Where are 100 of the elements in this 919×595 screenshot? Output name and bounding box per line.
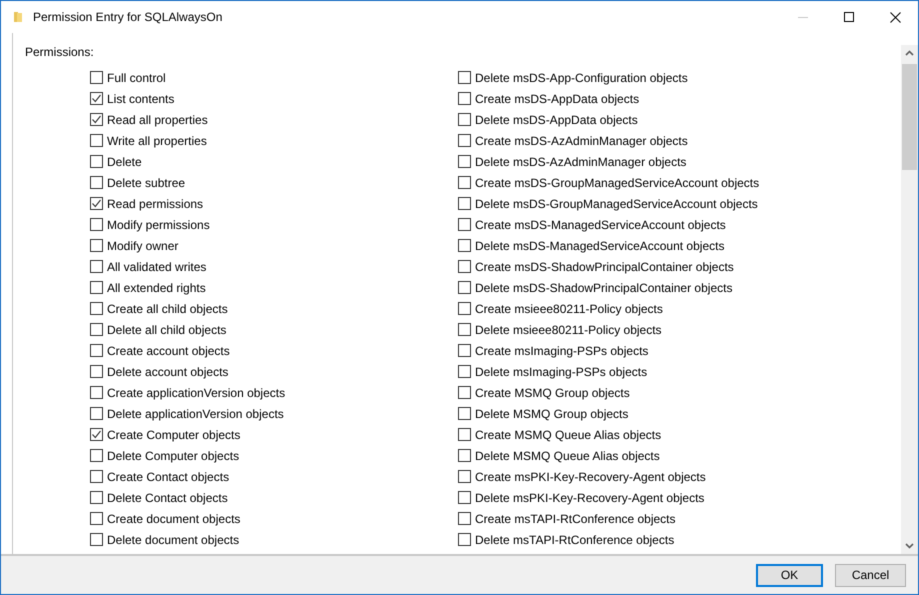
checkbox-label[interactable]: Create document objects xyxy=(107,512,240,526)
checkbox[interactable] xyxy=(90,134,103,148)
checkbox[interactable] xyxy=(458,428,471,442)
checkbox[interactable] xyxy=(458,491,471,504)
checkbox-label[interactable]: Create all child objects xyxy=(107,302,228,316)
checkbox-label[interactable]: Create Computer objects xyxy=(107,428,240,442)
checkbox-label[interactable]: Delete all child objects xyxy=(107,322,226,338)
checkbox[interactable] xyxy=(90,533,103,546)
checkbox[interactable] xyxy=(458,239,471,252)
checkbox-label[interactable]: Delete msPKI-Key-Recovery-Agent objects xyxy=(475,490,704,506)
checkbox-label[interactable]: Delete msDS-App-Configuration objects xyxy=(475,70,688,86)
checkbox-label[interactable]: Create msDS-ManagedServiceAccount objects xyxy=(475,218,726,232)
checkbox[interactable] xyxy=(90,113,103,126)
scroll-down-icon[interactable] xyxy=(905,543,914,549)
checkbox[interactable] xyxy=(90,407,103,420)
checkbox-label[interactable]: Create msPKI-Key-Recovery-Agent objects xyxy=(475,470,706,484)
checkbox-label[interactable]: Create msDS-AzAdminManager objects xyxy=(475,134,688,148)
checkbox-label[interactable]: Create msDS-ShadowPrincipalContainer objects xyxy=(475,260,734,274)
checkbox-label[interactable]: Create msieee80211-Policy objects xyxy=(475,302,663,316)
checkbox[interactable] xyxy=(458,281,471,294)
checkbox[interactable] xyxy=(458,407,471,420)
checkbox[interactable] xyxy=(458,386,471,400)
checkbox[interactable] xyxy=(90,281,103,294)
dialog-button[interactable]: Cancel xyxy=(835,564,906,586)
checkbox[interactable] xyxy=(90,155,103,168)
checkbox-label[interactable]: Create msDS-AppData objects xyxy=(475,92,640,106)
checkbox-label[interactable]: All extended rights xyxy=(107,280,206,296)
checkbox-label[interactable]: Delete account objects xyxy=(107,364,228,380)
checkbox[interactable] xyxy=(90,491,103,504)
checkbox[interactable] xyxy=(458,155,471,168)
close-icon[interactable] xyxy=(890,12,900,22)
checkbox[interactable] xyxy=(90,302,103,316)
checkbox[interactable] xyxy=(90,365,103,378)
scroll-thumb[interactable] xyxy=(902,64,917,170)
checkbox[interactable] xyxy=(90,197,103,210)
checkbox-label[interactable]: Delete subtree xyxy=(107,176,186,190)
checkbox[interactable] xyxy=(458,365,471,378)
checkbox[interactable] xyxy=(90,176,103,190)
checkbox-label[interactable]: Read permissions xyxy=(107,196,204,212)
dialog-button[interactable]: OK xyxy=(756,564,823,586)
checkbox-label[interactable]: Delete msieee80211-Policy objects xyxy=(475,322,662,338)
checkbox[interactable] xyxy=(458,92,471,106)
checkbox[interactable] xyxy=(458,218,471,232)
checkbox[interactable] xyxy=(458,113,471,126)
checkbox[interactable] xyxy=(90,218,103,232)
checkbox-label[interactable]: Modify owner xyxy=(107,238,178,254)
checkbox[interactable] xyxy=(458,344,471,358)
checkbox[interactable] xyxy=(90,344,103,358)
checkbox-label[interactable]: Delete msDS-ManagedServiceAccount objects xyxy=(475,238,724,254)
checkbox-label[interactable]: Delete msImaging-PSPs objects xyxy=(475,364,648,380)
checkbox[interactable] xyxy=(458,470,471,484)
checkbox-label[interactable]: Write all properties xyxy=(107,134,207,148)
scrollbar[interactable] xyxy=(901,45,918,554)
checkbox-label[interactable]: Delete MSMQ Group objects xyxy=(475,406,628,422)
checkbox[interactable] xyxy=(90,239,103,252)
checkbox[interactable] xyxy=(458,449,471,462)
checkbox[interactable] xyxy=(458,197,471,210)
checkbox-label[interactable]: Delete applicationVersion objects xyxy=(107,406,284,422)
checkbox-label[interactable]: Delete msDS-ShadowPrincipalContainer objects xyxy=(475,280,732,296)
checkbox-label[interactable]: All validated writes xyxy=(107,260,206,274)
checkbox[interactable] xyxy=(90,92,103,106)
checkbox-label[interactable]: List contents xyxy=(107,92,174,106)
checkbox-label[interactable]: Delete msDS-GroupManagedServiceAccount objects xyxy=(475,196,758,212)
checkbox-label[interactable]: Read all properties xyxy=(107,112,208,128)
checkbox-label[interactable]: Delete msTAPI-RtConference objects xyxy=(475,532,674,548)
checkbox[interactable] xyxy=(90,260,103,274)
checkbox-label[interactable]: Full control xyxy=(107,70,166,86)
checkbox-label[interactable]: Delete Computer objects xyxy=(107,448,240,464)
checkbox-label[interactable]: Create applicationVersion objects xyxy=(107,386,286,400)
checkbox[interactable] xyxy=(90,71,103,84)
checkbox-label[interactable]: Create msTAPI-RtConference objects xyxy=(475,512,676,526)
checkbox-label[interactable]: Create MSMQ Queue Alias objects xyxy=(475,428,662,442)
checkbox[interactable] xyxy=(90,512,103,526)
checkbox[interactable] xyxy=(458,260,471,274)
checkbox[interactable] xyxy=(458,512,471,526)
checkbox-label[interactable]: Create msImaging-PSPs objects xyxy=(475,344,648,358)
checkbox[interactable] xyxy=(90,449,103,462)
checkbox[interactable] xyxy=(90,428,103,442)
maximize-icon[interactable] xyxy=(844,12,854,22)
checkbox[interactable] xyxy=(90,386,103,400)
checkbox[interactable] xyxy=(458,302,471,316)
checkbox[interactable] xyxy=(458,533,471,546)
checkbox[interactable] xyxy=(458,323,471,336)
checkbox-label[interactable]: Create MSMQ Group objects xyxy=(475,386,630,400)
checkbox[interactable] xyxy=(458,134,471,148)
checkbox-label[interactable]: Delete xyxy=(107,154,142,170)
checkbox[interactable] xyxy=(90,470,103,484)
checkbox-label[interactable]: Create account objects xyxy=(107,344,230,358)
scroll-up-icon[interactable] xyxy=(905,50,914,56)
checkbox-label[interactable]: Delete msDS-AppData objects xyxy=(475,112,638,128)
checkbox[interactable] xyxy=(458,176,471,190)
checkbox[interactable] xyxy=(90,323,103,336)
checkbox-label[interactable]: Modify permissions xyxy=(107,218,210,232)
checkbox-label[interactable]: Delete MSMQ Queue Alias objects xyxy=(475,448,660,464)
checkbox-label[interactable]: Delete Contact objects xyxy=(107,490,228,506)
checkbox-label[interactable]: Create Contact objects xyxy=(107,470,230,484)
checkbox-label[interactable]: Delete msDS-AzAdminManager objects xyxy=(475,154,686,170)
checkbox-label[interactable]: Create msDS-GroupManagedServiceAccount objects xyxy=(475,176,760,190)
checkbox-label[interactable]: Delete document objects xyxy=(107,532,240,548)
checkbox[interactable] xyxy=(458,71,471,84)
